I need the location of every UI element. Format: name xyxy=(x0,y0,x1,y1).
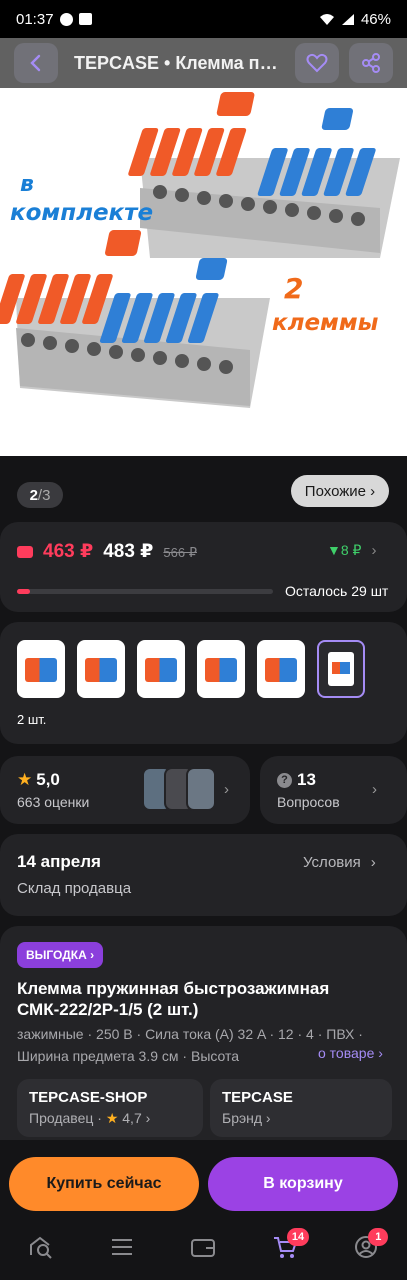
nav-profile[interactable]: 1 xyxy=(346,1227,389,1267)
chevron-right-icon: › xyxy=(371,542,377,559)
brand-name: TEPCASE xyxy=(222,1089,293,1106)
share-button[interactable] xyxy=(349,43,393,83)
seller-role: Продавец · xyxy=(29,1110,102,1126)
stock-progress xyxy=(17,589,273,594)
old-price: 566 ₽ xyxy=(163,545,197,560)
card-wallet-icon xyxy=(17,546,33,558)
chevron-right-icon: › xyxy=(372,781,377,798)
price-drop-button[interactable]: ▼8 ₽ › xyxy=(327,542,376,559)
product-image[interactable]: в комплекте 2 клеммы xyxy=(0,88,407,456)
question-icon: ? xyxy=(277,772,292,788)
hero-caption-kit: комплекте xyxy=(10,200,154,226)
signal-icon xyxy=(341,13,354,25)
variant-thumbnail-image xyxy=(25,658,57,682)
page-title: TEPCASE • Клемма пружинная быстрозажимна… xyxy=(74,52,281,73)
variant-thumbnail-image xyxy=(85,658,117,682)
about-product-link[interactable]: о товаре › xyxy=(316,1045,383,1061)
star-icon: ★ xyxy=(17,770,33,789)
variant-thumbnail-image xyxy=(328,652,354,686)
image-pager: 2/3 xyxy=(17,482,63,508)
hero-caption-terminals: клеммы xyxy=(272,310,379,336)
questions-count: ? 13 xyxy=(277,770,316,790)
stock-left: Осталось 29 шт xyxy=(285,583,389,599)
wifi-icon xyxy=(319,13,334,25)
delivery-date: 14 апреля xyxy=(17,852,101,871)
delivery-conditions-link[interactable]: Условия › xyxy=(303,854,376,871)
similar-button[interactable]: Похожие › xyxy=(291,475,389,507)
back-button[interactable] xyxy=(14,43,58,83)
questions-label: Вопросов xyxy=(277,794,340,810)
seller-name: TEPCASE-SHOP xyxy=(29,1089,148,1106)
variant-thumbnails xyxy=(17,640,365,698)
pager-total: 3 xyxy=(42,486,51,504)
home-search-icon xyxy=(29,1236,52,1259)
review-photo[interactable] xyxy=(186,767,216,811)
delivery-card xyxy=(0,834,407,916)
terminal-block-illustration xyxy=(0,92,400,408)
wallet-icon xyxy=(191,1239,216,1257)
variant-thumbnail[interactable] xyxy=(197,640,245,698)
profile-badge: 1 xyxy=(368,1228,389,1246)
rating-number: 5,0 xyxy=(36,770,60,789)
variant-thumbnail[interactable] xyxy=(17,640,65,698)
questions-card[interactable] xyxy=(260,756,407,824)
stock-progress-fill xyxy=(17,589,30,594)
hero-caption-two: 2 xyxy=(284,272,304,305)
buy-now-button[interactable]: Купить сейчас xyxy=(9,1157,199,1211)
variant-thumbnail[interactable] xyxy=(77,640,125,698)
star-icon: ★ xyxy=(105,1110,119,1126)
chevron-right-icon: › xyxy=(370,854,376,871)
menu-icon xyxy=(112,1239,133,1255)
nav-cart[interactable]: 14 xyxy=(265,1227,310,1267)
status-bar: 01:37 46% xyxy=(0,0,407,38)
favorite-button[interactable] xyxy=(295,43,339,83)
conditions-label: Условия xyxy=(303,854,361,871)
hero-caption-in: в xyxy=(20,172,34,197)
chevron-right-icon: › xyxy=(224,781,229,798)
price-row: 463 ₽ 483 ₽ 566 ₽ xyxy=(17,540,197,563)
variant-thumbnail[interactable] xyxy=(317,640,365,698)
promo-badge[interactable]: ВЫГОДКА › xyxy=(17,942,104,968)
rating-count: 663 оценки xyxy=(17,794,90,810)
seller-rating: 4,7 › xyxy=(122,1110,151,1126)
questions-number: 13 xyxy=(297,770,316,789)
add-to-cart-button[interactable]: В корзину xyxy=(208,1157,398,1211)
seller-box[interactable]: TEPCASE-SHOP Продавец · ★ 4,7 › xyxy=(17,1079,203,1137)
nav-catalog[interactable] xyxy=(102,1227,142,1267)
heart-icon xyxy=(306,53,328,73)
nav-home[interactable] xyxy=(21,1227,61,1267)
seller-meta: Продавец · ★ 4,7 › xyxy=(29,1110,191,1127)
variant-thumbnail-image xyxy=(145,658,177,682)
rating-value: ★ 5,0 xyxy=(17,770,60,790)
product-title: Клемма пружинная быстрозажимная СМК-222/… xyxy=(17,979,330,1019)
nav-wallet[interactable] xyxy=(183,1227,223,1267)
regular-price: 483 ₽ xyxy=(103,541,154,562)
do-not-disturb-icon xyxy=(59,12,73,26)
share-icon xyxy=(362,53,380,73)
review-photos[interactable] xyxy=(142,767,216,811)
brand-role: Брэнд › xyxy=(222,1110,271,1126)
variant-thumbnail-image xyxy=(265,658,297,682)
brand-box[interactable]: TEPCASE Брэнд › xyxy=(210,1079,392,1137)
price-drop-amount: ▼8 ₽ xyxy=(327,542,362,558)
selected-variant-label: 2 шт. xyxy=(17,712,47,727)
battery-level: 46% xyxy=(360,10,391,28)
variant-thumbnail-image xyxy=(205,658,237,682)
gallery-notification-icon xyxy=(78,13,92,25)
pager-current: 2 xyxy=(29,486,38,504)
status-time: 01:37 xyxy=(16,10,54,28)
bottom-navigation: 14 1 xyxy=(0,1220,407,1280)
card-price: 463 ₽ xyxy=(43,541,94,562)
chevron-left-icon xyxy=(30,54,41,72)
delivery-source: Склад продавца xyxy=(17,880,132,897)
variant-thumbnail[interactable] xyxy=(257,640,305,698)
cart-badge: 14 xyxy=(286,1228,310,1246)
variant-thumbnail[interactable] xyxy=(137,640,185,698)
top-bar: TEPCASE • Клемма пружинная быстрозажимна… xyxy=(0,38,407,88)
